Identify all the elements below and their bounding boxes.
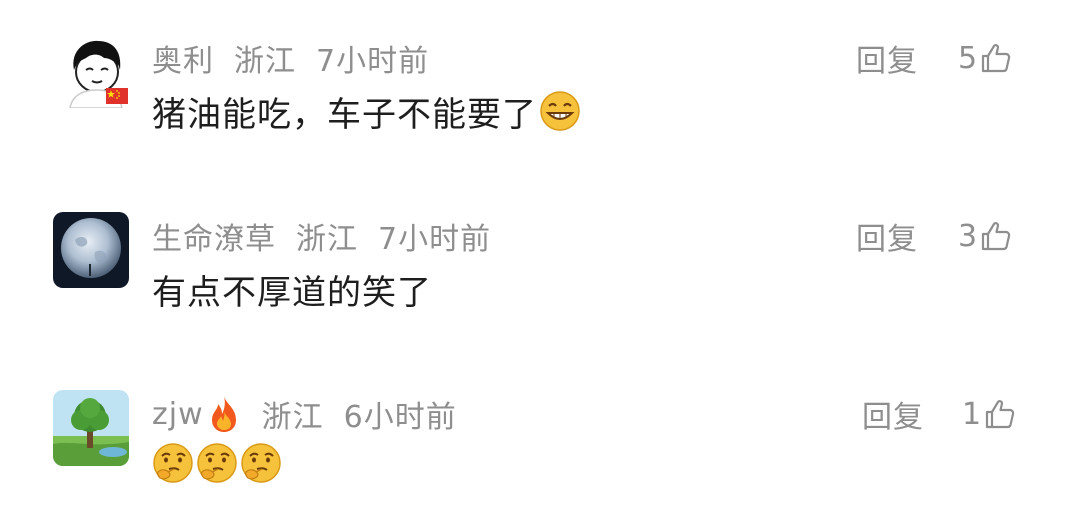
earth-at-night-avatar-icon <box>53 212 129 288</box>
location: 浙江 <box>261 400 324 435</box>
comment-meta: 生命潦草 浙江 7小时前 <box>152 214 491 258</box>
location: 浙江 <box>296 222 358 257</box>
grinning-emoji-icon <box>539 90 581 132</box>
comment-item: zjw 浙江 6小时前 回复 1 <box>0 356 1080 526</box>
tree-landscape-avatar-icon <box>53 390 129 466</box>
comment-emoji-row <box>152 442 282 493</box>
comment-text-body: 猪油能吃，车子不能要了 <box>152 94 537 135</box>
comment-text: 猪油能吃，车子不能要了 <box>152 88 581 135</box>
comment-item: 生命潦草 浙江 7小时前 回复 3 有点不厚道的笑了 <box>0 178 1080 348</box>
thumbs-up-icon <box>983 397 1017 431</box>
username[interactable]: 奥利 <box>152 36 214 80</box>
like-button[interactable]: 1 <box>962 392 1017 436</box>
username[interactable]: zjw <box>152 397 204 432</box>
like-count: 3 <box>958 218 978 254</box>
thumbs-up-icon <box>979 219 1013 253</box>
like-button[interactable]: 3 <box>958 214 1013 258</box>
timestamp: 7小时前 <box>316 44 430 79</box>
comment-text-body: 有点不厚道的笑了 <box>152 272 432 313</box>
comment-item: 奥利 浙江 7小时前 回复 5 猪油能吃，车子不能要了 <box>0 0 1080 170</box>
reply-button[interactable]: 回复 <box>862 392 924 436</box>
avatar[interactable] <box>60 36 132 109</box>
like-button[interactable]: 5 <box>958 36 1013 80</box>
comment-meta: 奥利 浙江 7小时前 <box>152 36 429 80</box>
fire-emoji-icon <box>206 394 242 434</box>
like-count: 1 <box>962 396 982 432</box>
comment-meta: zjw 浙江 6小时前 <box>152 392 457 436</box>
thinking-emoji-icon <box>240 442 282 493</box>
china-flag-icon <box>106 88 128 104</box>
reply-button[interactable]: 回复 <box>856 36 918 80</box>
thumbs-up-icon <box>979 41 1013 75</box>
timestamp: 6小时前 <box>343 400 457 435</box>
username[interactable]: 生命潦草 <box>152 214 276 258</box>
reply-button[interactable]: 回复 <box>856 214 918 258</box>
thinking-emoji-icon <box>196 442 238 493</box>
location: 浙江 <box>234 44 296 79</box>
like-count: 5 <box>958 40 978 76</box>
avatar[interactable] <box>53 212 129 288</box>
timestamp: 7小时前 <box>378 222 492 257</box>
comment-text: 有点不厚道的笑了 <box>152 266 432 313</box>
thinking-emoji-icon <box>152 442 194 493</box>
avatar[interactable] <box>53 390 129 466</box>
